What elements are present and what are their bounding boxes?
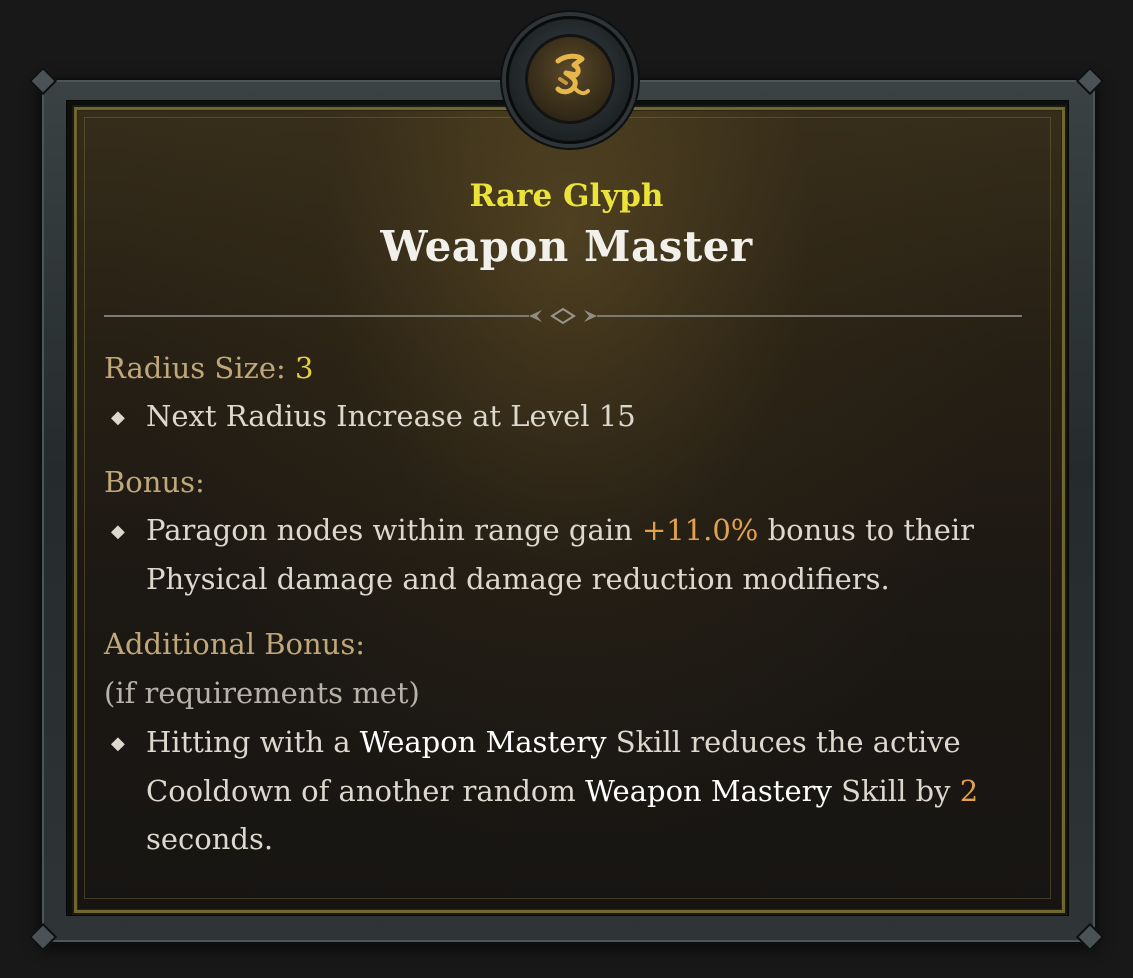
bonus-line-1: Paragon nodes within range gain +11.0% b… (146, 513, 974, 547)
additional-bonus-line-3: seconds. (146, 822, 274, 856)
additional-bonus-line-2: Cooldown of another random Weapon Master… (146, 774, 978, 808)
bonus-label: Bonus: (104, 465, 205, 499)
additional-bonus-requirement: (if requirements met) (104, 676, 420, 710)
bullet-diamond-icon: ◆ (111, 521, 125, 542)
additional-text-post: Skill reduces the active (606, 725, 961, 759)
bonus-line-2: Physical damage and damage reduction mod… (146, 562, 890, 596)
radius-size-value: 3 (294, 351, 314, 385)
additional-text-pre-2: Cooldown of another random (146, 774, 586, 808)
title-divider (104, 307, 1022, 325)
additional-bonus-line-1: Hitting with a Weapon Mastery Skill redu… (146, 725, 961, 759)
next-radius-increase: Next Radius Increase at Level 15 (146, 399, 636, 433)
glyph-rarity: Rare Glyph (469, 178, 664, 214)
radius-size-label: Radius Size: (104, 351, 286, 385)
additional-text-pre: Hitting with a (146, 725, 360, 759)
bonus-text-pre: Paragon nodes within range gain (146, 513, 642, 547)
glyph-name: Weapon Master (380, 222, 753, 271)
cooldown-seconds-value: 2 (959, 774, 979, 808)
glyph-rune-icon (544, 49, 596, 109)
additional-text-mid: Skill by (831, 774, 960, 808)
bullet-diamond-icon: ◆ (111, 407, 125, 428)
radius-size-line: Radius Size: 3 (104, 351, 313, 385)
skill-keyword-weapon-mastery-2: Weapon Mastery (585, 774, 832, 808)
glyph-emblem-core (525, 34, 615, 124)
additional-bonus-label: Additional Bonus: (104, 627, 365, 661)
skill-keyword-weapon-mastery: Weapon Mastery (359, 725, 607, 759)
bonus-text-post: bonus to their (758, 513, 975, 547)
bonus-value: +11.0% (641, 513, 759, 547)
bullet-diamond-icon: ◆ (111, 733, 125, 754)
